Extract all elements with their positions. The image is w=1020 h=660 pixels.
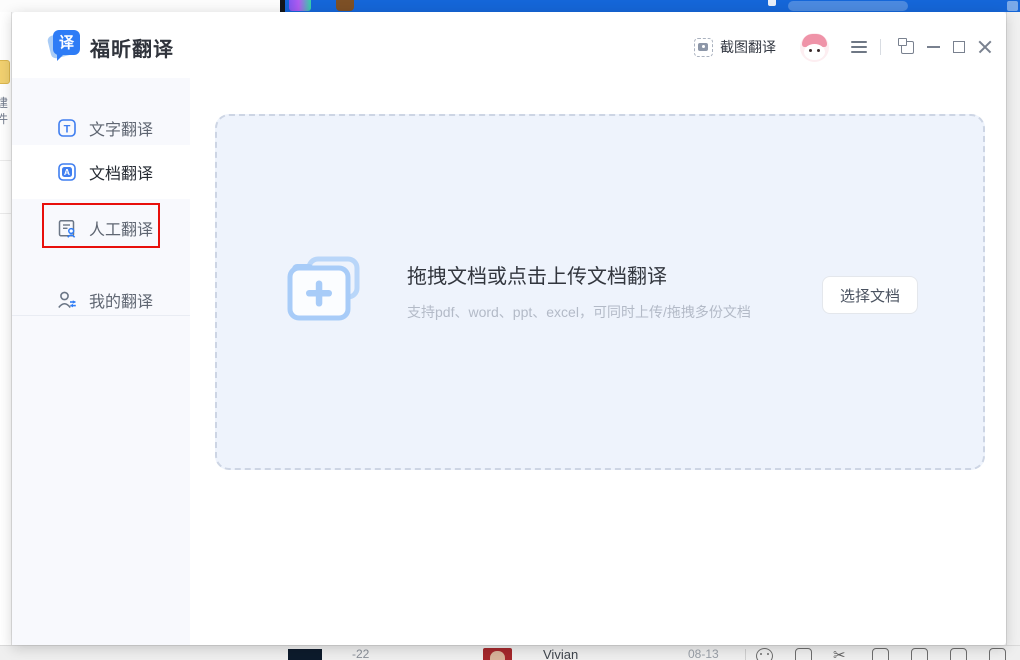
app-logo: 译 (46, 26, 84, 66)
sidebar-item-my-translations[interactable]: 我的翻译 (12, 276, 190, 324)
screenshot-translate-label: 截图翻译 (720, 37, 776, 57)
human-translate-icon (57, 218, 77, 238)
sidebar-item-label: 人工翻译 (89, 216, 153, 240)
logo-char: 译 (59, 35, 75, 52)
user-avatar[interactable] (800, 33, 829, 62)
app-window: 译 福昕翻译 截图翻译 T 文字翻译 (12, 12, 1006, 645)
app-title: 福昕翻译 (90, 33, 174, 62)
background-window-top (0, 0, 285, 12)
emoji-icon[interactable] (756, 648, 773, 660)
upload-subtitle: 支持pdf、word、ppt、excel，可同时上传/拖拽多份文档 (407, 302, 751, 322)
screenshot-camera-icon (694, 38, 713, 57)
sidebar-item-label: 文字翻译 (89, 116, 153, 140)
chat-tile (288, 649, 322, 660)
sidebar: T 文字翻译 A 文档翻译 人工翻译 (12, 78, 190, 645)
divider (745, 649, 746, 660)
upload-dropzone[interactable]: 拖拽文档或点击上传文档翻译 支持pdf、word、ppt、excel，可同时上传… (215, 114, 985, 470)
divider (0, 160, 11, 161)
svg-text:T: T (64, 124, 71, 136)
left-text-fragment: 建 (0, 94, 8, 111)
contact-name[interactable]: Vivian (543, 647, 578, 660)
message-date: 08-13 (688, 647, 719, 660)
choose-document-button[interactable]: 选择文档 (822, 276, 918, 314)
menu-button[interactable] (851, 41, 867, 53)
upload-folder-icon (285, 256, 361, 326)
browser-search-pill (788, 1, 908, 11)
browser-corner-icon (1007, 1, 1018, 11)
close-icon (978, 40, 992, 54)
maximize-icon (953, 41, 965, 53)
upload-icon[interactable] (950, 648, 967, 660)
sidebar-item-label: 文档翻译 (89, 160, 153, 184)
background-left-panel: 建 件 (0, 12, 12, 645)
scissors-icon[interactable]: ✂ (833, 646, 846, 660)
image-icon[interactable] (872, 648, 889, 660)
minimize-button[interactable] (920, 35, 946, 59)
mini-window-icon (901, 41, 914, 54)
minimize-icon (927, 46, 940, 48)
maximize-button[interactable] (946, 35, 972, 59)
chat-text-fragment: -22 (352, 647, 369, 660)
background-browser-titlebar (285, 0, 1020, 12)
contact-avatar (483, 648, 512, 660)
background-chat-window: -22 Vivian 08-13 ✂ (0, 645, 1020, 660)
window-capture-icon[interactable] (795, 648, 812, 660)
sidebar-item-human-translate[interactable]: 人工翻译 (12, 204, 190, 252)
folder-icon (0, 60, 10, 84)
screenshot-translate-button[interactable]: 截图翻译 (694, 37, 776, 57)
sidebar-item-document-translate[interactable]: A 文档翻译 (12, 145, 190, 199)
my-translations-icon (57, 290, 77, 310)
browser-logo-icon (289, 0, 311, 11)
text-translate-icon: T (57, 118, 77, 138)
left-text-fragment: 件 (0, 110, 8, 127)
text-insert-icon[interactable] (911, 648, 928, 660)
divider (0, 213, 11, 214)
sidebar-item-label: 我的翻译 (89, 288, 153, 312)
divider (880, 39, 881, 55)
message-list-icon[interactable] (989, 648, 1006, 660)
upload-title: 拖拽文档或点击上传文档翻译 (407, 260, 751, 289)
mini-window-button[interactable] (894, 35, 920, 59)
close-button[interactable] (972, 35, 998, 59)
background-right-strip (1006, 12, 1020, 645)
svg-text:A: A (64, 167, 70, 177)
browser-tab-notch (768, 0, 776, 6)
browser-avatar (336, 0, 354, 11)
document-translate-icon: A (57, 162, 77, 182)
